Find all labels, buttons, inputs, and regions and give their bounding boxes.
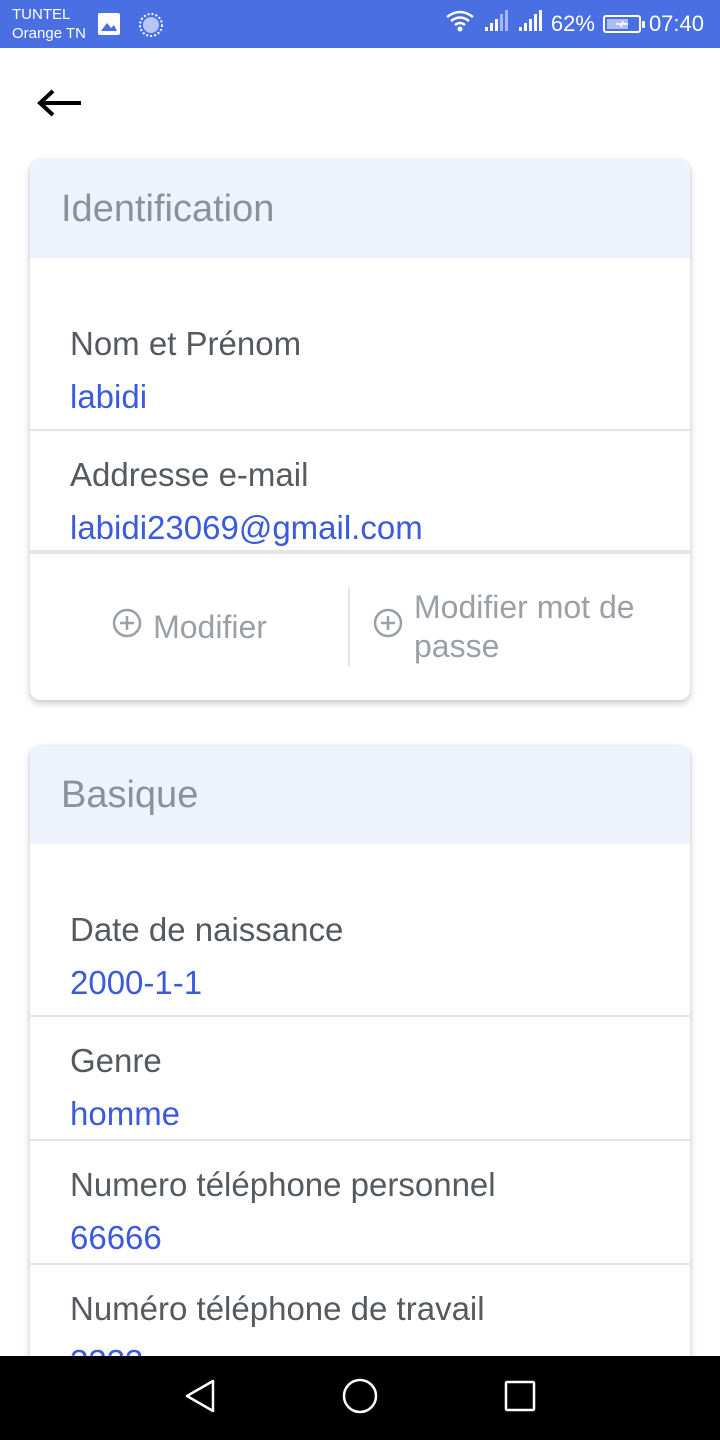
home-circle-icon <box>341 1377 379 1420</box>
carrier-info: TUNTEL Orange TN <box>12 5 86 43</box>
field-value: labidi <box>70 378 148 415</box>
field-tel-travail: Numéro téléphone de travail 3333 <box>30 1265 690 1356</box>
field-value: 3333 <box>70 1342 650 1356</box>
modify-button[interactable]: Modifier <box>30 607 348 648</box>
field-value: 66666 <box>70 1219 162 1256</box>
wifi-icon <box>445 9 475 39</box>
field-label: Date de naissance <box>70 911 344 948</box>
profile-scroll-view[interactable]: Identification Nom et Prénom labidi Addr… <box>0 48 720 1356</box>
sync-icon <box>138 12 164 43</box>
card-title: Identification <box>61 187 275 230</box>
field-tel-personnel: Numero téléphone personnel 66666 <box>30 1141 690 1265</box>
identification-card: Identification Nom et Prénom labidi Addr… <box>30 160 690 700</box>
identification-fields: Nom et Prénom labidi Addresse e-mail lab… <box>30 258 690 552</box>
field-label: Nom et Prénom <box>70 325 302 362</box>
field-label: Numero téléphone personnel <box>70 1166 496 1203</box>
image-icon <box>97 12 121 41</box>
field-date-naissance: Date de naissance 2000-1-1 <box>30 886 690 1017</box>
signal-icon <box>517 9 543 39</box>
field-value: homme <box>70 1095 181 1132</box>
clock: 07:40 <box>648 11 704 36</box>
battery-icon <box>602 15 645 33</box>
field-label: Genre <box>70 1042 162 1079</box>
carrier-line1: TUNTEL <box>12 6 71 23</box>
field-genre: Genre homme <box>30 1017 690 1141</box>
modify-password-button[interactable]: Modifier mot de passe <box>350 588 690 666</box>
modify-password-label: Modifier mot de passe <box>414 589 635 664</box>
card-title: Basique <box>61 773 199 816</box>
field-email: Addresse e-mail labidi23069@gmail.com <box>30 431 690 552</box>
plus-circle-icon <box>372 607 404 648</box>
modify-label: Modifier <box>153 608 267 645</box>
basique-header: Basique <box>30 746 690 844</box>
battery-percent: 62% <box>550 11 595 36</box>
nav-recents-button[interactable] <box>490 1368 550 1428</box>
basique-fields: Date de naissance 2000-1-1 Genre homme N… <box>30 844 690 1356</box>
signal-icon <box>483 9 509 39</box>
status-bar: TUNTEL Orange TN 62% 07:40 <box>0 0 720 48</box>
basique-card: Basique Date de naissance 2000-1-1 Genre… <box>30 746 690 1356</box>
identification-header: Identification <box>30 160 690 258</box>
recents-square-icon <box>503 1379 537 1418</box>
carrier-line2: Orange TN <box>12 25 86 42</box>
identification-actions: Modifier Modifier mot de passe <box>30 552 690 700</box>
navigation-bar <box>0 1356 720 1440</box>
field-label: Addresse e-mail <box>70 456 309 493</box>
field-value: 2000-1-1 <box>70 964 203 1001</box>
plus-circle-icon <box>111 607 143 648</box>
field-label: Numéro téléphone de travail <box>70 1290 485 1327</box>
back-triangle-icon <box>183 1378 217 1419</box>
nav-back-button[interactable] <box>170 1368 230 1428</box>
field-value: labidi23069@gmail.com <box>70 509 423 546</box>
nav-home-button[interactable] <box>330 1368 390 1428</box>
status-right: 62% 07:40 <box>445 0 704 48</box>
field-nom-prenom: Nom et Prénom labidi <box>30 300 690 431</box>
